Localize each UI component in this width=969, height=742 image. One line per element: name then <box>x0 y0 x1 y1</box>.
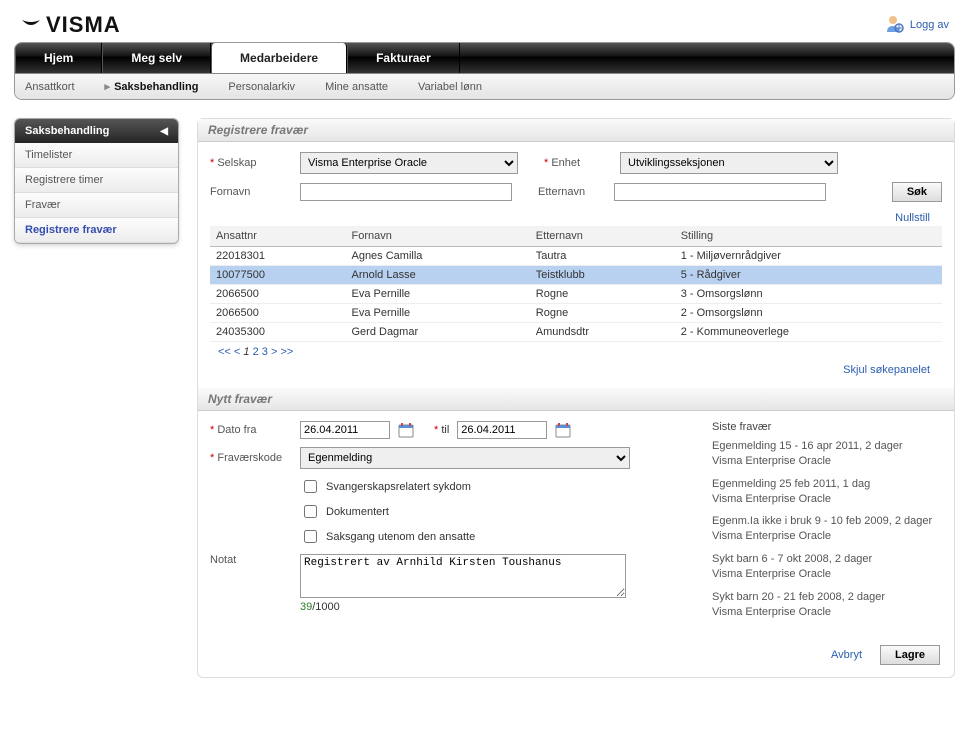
table-row[interactable]: 22018301Agnes CamillaTautra1 - Miljøvern… <box>210 247 942 266</box>
table-row[interactable]: 2066500Eva PernilleRogne2 - Omsorgslønn <box>210 304 942 323</box>
sub-nav: Ansattkort ▸Saksbehandling Personalarkiv… <box>15 73 954 99</box>
hide-search-panel-link[interactable]: Skjul søkepanelet <box>843 364 930 376</box>
pager-last[interactable]: >> <box>280 346 293 358</box>
tab-fakturaer[interactable]: Fakturaer <box>347 43 460 73</box>
content: Registrere fravær Selskap Visma Enterpri… <box>197 118 955 678</box>
nav-wrap: Hjem Meg selv Medarbeidere Fakturaer Ans… <box>14 42 955 100</box>
table-row[interactable]: 10077500Arnold LasseTeistklubb5 - Rådgiv… <box>210 266 942 285</box>
subtab-saksbehandling[interactable]: ▸Saksbehandling <box>105 80 199 93</box>
new-absence-form: Dato fra til Fraværskode Egenmelding <box>198 411 954 637</box>
recent-absences: Siste fravær Egenmelding 15 - 16 apr 201… <box>712 421 942 627</box>
subtab-personalarkiv[interactable]: Personalarkiv <box>228 81 295 93</box>
pager-first[interactable]: << <box>218 346 231 358</box>
tab-hjem[interactable]: Hjem <box>15 43 102 73</box>
pager-page-1[interactable]: 1 <box>243 346 249 358</box>
input-date-to[interactable] <box>457 421 547 439</box>
col-fornavn[interactable]: Fornavn <box>345 226 529 247</box>
main-nav: Hjem Meg selv Medarbeidere Fakturaer <box>15 43 954 73</box>
calendar-icon[interactable] <box>398 422 414 438</box>
note-counter-max: /1000 <box>312 601 340 613</box>
chevron-right-icon: ▸ <box>105 81 111 93</box>
label-enhet: Enhet <box>544 157 612 169</box>
col-stilling[interactable]: Stilling <box>675 226 942 247</box>
label-note: Notat <box>210 554 292 566</box>
logo: VISMA <box>20 12 121 38</box>
save-button[interactable]: Lagre <box>880 645 940 665</box>
label-fornavn: Fornavn <box>210 186 292 198</box>
table-row[interactable]: 24035300Gerd DagmarAmundsdtr2 - Kommuneo… <box>210 323 942 342</box>
pager-page-3[interactable]: 3 <box>262 346 268 358</box>
section-title-search: Registrere fravær <box>198 119 954 142</box>
recent-title: Siste fravær <box>712 421 942 433</box>
cb-dokumentert[interactable] <box>304 505 317 518</box>
input-etternavn[interactable] <box>614 183 826 201</box>
logoff-link[interactable]: Logg av <box>910 19 949 31</box>
select-selskap[interactable]: Visma Enterprise Oracle <box>300 152 518 174</box>
search-form: Selskap Visma Enterprise Oracle Enhet Ut… <box>198 142 954 388</box>
logo-icon <box>20 16 42 34</box>
reset-link[interactable]: Nullstill <box>895 212 930 224</box>
sidebar-item-registrere-fravaer[interactable]: Registrere fravær <box>15 218 178 243</box>
input-date-from[interactable] <box>300 421 390 439</box>
logoff-area: Logg av <box>884 14 949 37</box>
label-selskap: Selskap <box>210 157 292 169</box>
pager-page-2[interactable]: 2 <box>253 346 259 358</box>
sidebar-item-fravaer[interactable]: Fravær <box>15 193 178 218</box>
pager-next[interactable]: > <box>271 346 277 358</box>
search-button[interactable]: Søk <box>892 182 942 202</box>
subtab-ansattkort[interactable]: Ansattkort <box>25 81 75 93</box>
tab-meg-selv[interactable]: Meg selv <box>102 43 211 73</box>
cb-saksgang-label: Saksgang utenom den ansatte <box>326 531 475 543</box>
pager: << < 1 2 3 > >> <box>210 342 942 362</box>
logo-text: VISMA <box>46 12 121 38</box>
calendar-icon-2[interactable] <box>555 422 571 438</box>
note-counter-current: 39 <box>300 601 312 613</box>
page-header: VISMA Logg av <box>0 0 969 42</box>
page-body: Saksbehandling ◀ Timelister Registrere t… <box>0 100 969 696</box>
user-icon <box>884 14 904 37</box>
cb-svangerskap[interactable] <box>304 480 317 493</box>
section-title-new: Nytt fravær <box>198 388 954 411</box>
sidebar: Saksbehandling ◀ Timelister Registrere t… <box>14 118 179 244</box>
subtab-variabel-lonn[interactable]: Variabel lønn <box>418 81 482 93</box>
col-etternavn[interactable]: Etternavn <box>530 226 675 247</box>
cb-saksgang[interactable] <box>304 530 317 543</box>
label-date-from: Dato fra <box>210 424 292 436</box>
label-date-to: til <box>434 424 449 436</box>
tab-medarbeidere[interactable]: Medarbeidere <box>211 43 347 73</box>
input-fornavn[interactable] <box>300 183 512 201</box>
cb-svangerskap-label: Svangerskapsrelatert sykdom <box>326 481 471 493</box>
recent-item: Egenmelding 25 feb 2011, 1 dagVisma Ente… <box>712 477 942 507</box>
recent-item: Egenm.Ia ikke i bruk 9 - 10 feb 2009, 2 … <box>712 514 942 544</box>
select-code[interactable]: Egenmelding <box>300 447 630 469</box>
label-etternavn: Etternavn <box>538 186 606 198</box>
label-code: Fraværskode <box>210 452 292 464</box>
col-ansattnr[interactable]: Ansattnr <box>210 226 345 247</box>
cb-dokumentert-label: Dokumentert <box>326 506 389 518</box>
sidebar-item-timelister[interactable]: Timelister <box>15 143 178 168</box>
recent-item: Egenmelding 15 - 16 apr 2011, 2 dagerVis… <box>712 439 942 469</box>
select-enhet[interactable]: Utviklingsseksjonen <box>620 152 838 174</box>
sidebar-title: Saksbehandling ◀ <box>15 119 178 143</box>
textarea-note[interactable] <box>300 554 626 598</box>
sidebar-item-registrere-timer[interactable]: Registrere timer <box>15 168 178 193</box>
table-row[interactable]: 2066500Eva PernilleRogne3 - Omsorgslønn <box>210 285 942 304</box>
cancel-link[interactable]: Avbryt <box>831 649 862 661</box>
collapse-icon[interactable]: ◀ <box>160 126 168 137</box>
recent-item: Sykt barn 6 - 7 okt 2008, 2 dagerVisma E… <box>712 552 942 582</box>
subtab-mine-ansatte[interactable]: Mine ansatte <box>325 81 388 93</box>
recent-item: Sykt barn 20 - 21 feb 2008, 2 dagerVisma… <box>712 590 942 620</box>
pager-prev[interactable]: < <box>234 346 240 358</box>
result-table: Ansattnr Fornavn Etternavn Stilling 2201… <box>210 226 942 342</box>
